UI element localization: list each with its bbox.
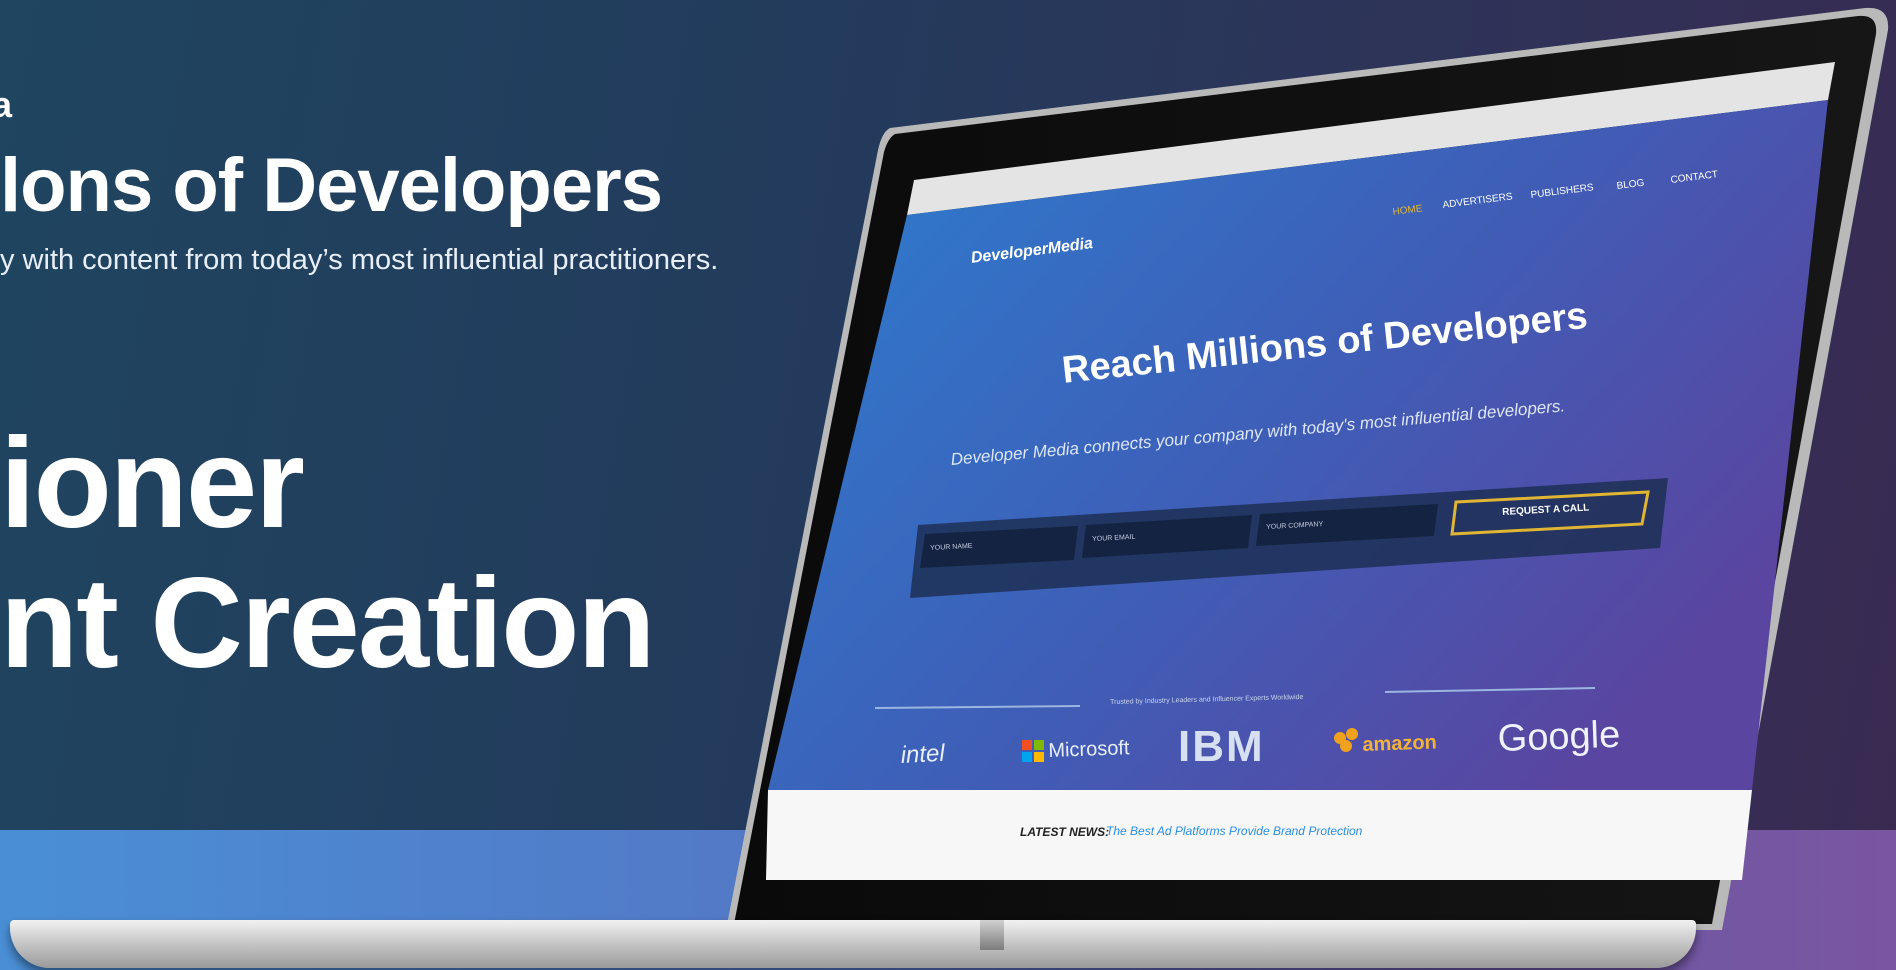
laptop-hinge-notch (980, 920, 1004, 950)
screen-partner-google: Google (1497, 713, 1621, 760)
screen-partner-microsoft: Microsoft (1048, 737, 1130, 762)
screen-partner-intel: intel (900, 739, 946, 769)
laptop-base (10, 920, 1696, 968)
screen-partner-amazon: amazon (1362, 731, 1438, 756)
screen-partner-ibm: IBM (1178, 722, 1265, 771)
screen-news-label: LATEST NEWS: (1020, 825, 1110, 839)
screen-news-link[interactable]: The Best Ad Platforms Provide Brand Prot… (1106, 824, 1362, 838)
laptop-illustration (726, 7, 1889, 931)
